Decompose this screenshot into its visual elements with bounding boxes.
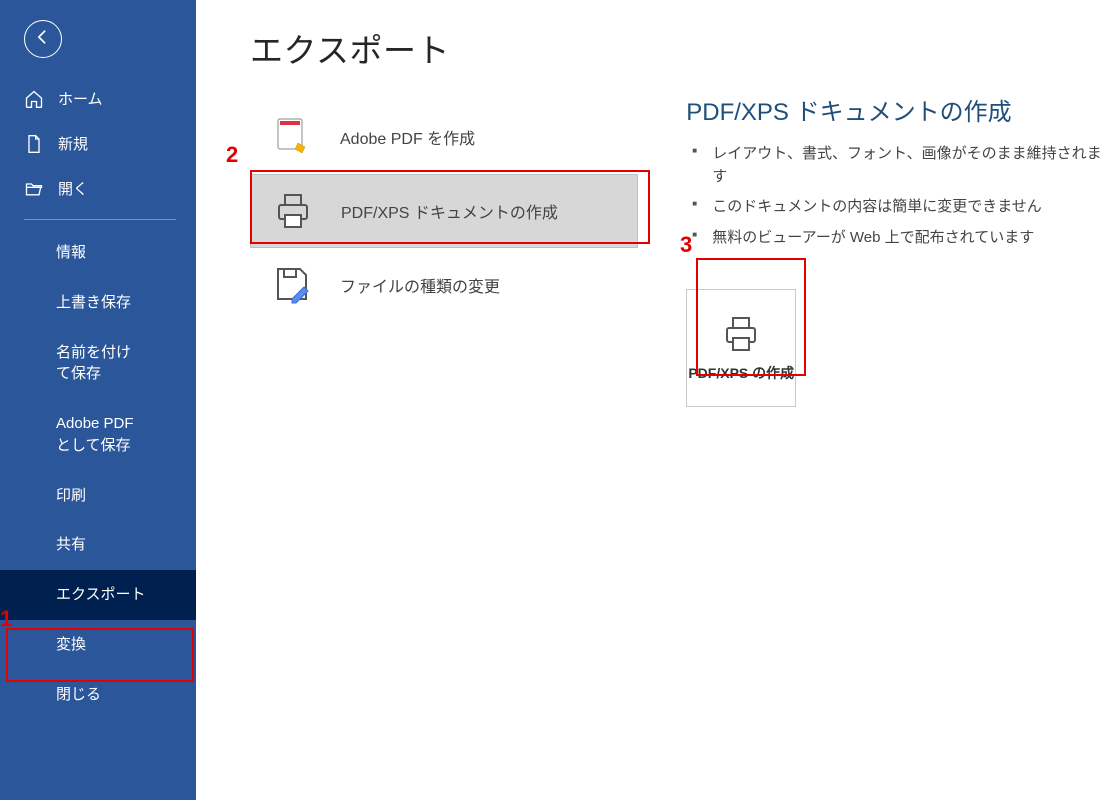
options-column: エクスポート Adobe PDF を作成 PDF/XPS ドキュメントの作成 フ…	[250, 24, 638, 800]
detail-title: PDF/XPS ドキュメントの作成	[686, 92, 1104, 127]
detail-panel: PDF/XPS ドキュメントの作成 レイアウト、書式、フォント、画像がそのまま維…	[686, 24, 1104, 800]
option-change-label: ファイルの種類の変更	[340, 273, 500, 297]
nav-new[interactable]: 新規	[0, 121, 196, 166]
nav-home[interactable]: ホーム	[0, 76, 196, 121]
open-icon	[24, 179, 44, 199]
nav-open[interactable]: 開く	[0, 166, 196, 211]
nav-export[interactable]: エクスポート	[0, 570, 196, 620]
newdoc-icon	[24, 134, 44, 154]
adobe-pdf-icon	[272, 117, 312, 157]
nav-main: ホーム 新規 開く	[0, 76, 196, 228]
option-adobe-label: Adobe PDF を作成	[340, 125, 475, 149]
content: エクスポート Adobe PDF を作成 PDF/XPS ドキュメントの作成 フ…	[196, 0, 1104, 800]
page-title: エクスポート	[250, 24, 638, 72]
nav-share[interactable]: 共有	[0, 520, 196, 570]
detail-bullets: レイアウト、書式、フォント、画像がそのまま維持されます このドキュメントの内容は…	[686, 139, 1104, 253]
home-icon	[24, 89, 44, 109]
nav-transform[interactable]: 変換	[0, 620, 196, 670]
printer-icon	[273, 191, 313, 231]
detail-bullet: レイアウト、書式、フォント、画像がそのまま維持されます	[686, 139, 1104, 192]
nav-adobe-pdf[interactable]: Adobe PDF として保存	[0, 399, 196, 471]
nav-new-label: 新規	[58, 133, 88, 154]
nav-sub: 情報 上書き保存 名前を付けて保存 Adobe PDF として保存 印刷 共有 …	[0, 228, 196, 719]
callout-number: 3	[680, 232, 692, 258]
back-arrow-icon	[33, 27, 53, 51]
nav-info[interactable]: 情報	[0, 228, 196, 278]
detail-bullet: 無料のビューアーが Web 上で配布されています	[686, 223, 1104, 254]
option-change-type[interactable]: ファイルの種類の変更	[250, 248, 638, 322]
nav-save[interactable]: 上書き保存	[0, 278, 196, 328]
nav-print[interactable]: 印刷	[0, 471, 196, 521]
create-pdf-xps-button[interactable]: PDF/XPS の作成	[686, 289, 796, 407]
callout-number: 2	[226, 142, 238, 168]
nav-home-label: ホーム	[58, 88, 103, 109]
nav-close[interactable]: 閉じる	[0, 670, 196, 720]
printer-icon	[721, 314, 761, 354]
create-pdf-xps-label: PDF/XPS の作成	[688, 364, 794, 382]
back-button[interactable]	[24, 20, 62, 58]
change-filetype-icon	[272, 265, 312, 305]
nav-saveas[interactable]: 名前を付けて保存	[0, 328, 196, 400]
callout-number: 1	[0, 606, 12, 632]
detail-bullet: このドキュメントの内容は簡単に変更できません	[686, 192, 1104, 223]
nav-open-label: 開く	[58, 178, 88, 199]
option-pdf-xps[interactable]: PDF/XPS ドキュメントの作成	[250, 174, 638, 248]
option-pdfxps-label: PDF/XPS ドキュメントの作成	[341, 199, 558, 223]
sidebar: ホーム 新規 開く 情報 上書き保存 名前を付けて保存 Adobe PDF とし…	[0, 0, 196, 800]
option-adobe-pdf[interactable]: Adobe PDF を作成	[250, 100, 638, 174]
